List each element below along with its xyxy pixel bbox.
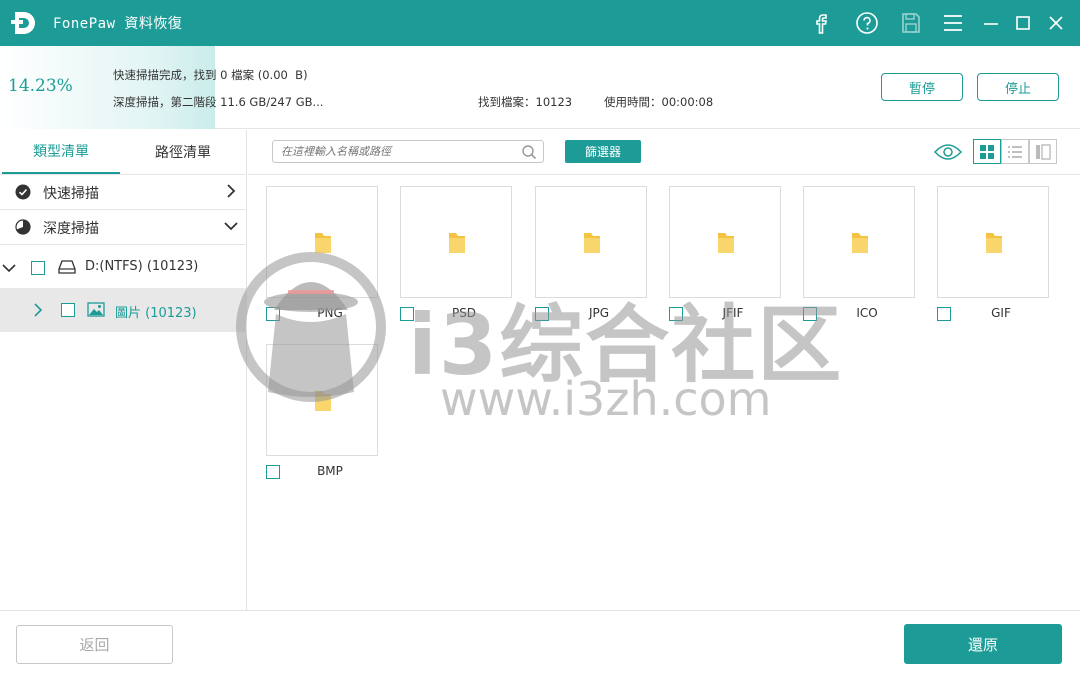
search-box[interactable]	[272, 140, 544, 163]
file-type-checkbox[interactable]	[266, 465, 280, 479]
folder-icon	[986, 233, 1002, 253]
pictures-row[interactable]: 圖片 (10123)	[0, 288, 247, 332]
chevron-right-icon[interactable]	[31, 303, 45, 317]
sidebar: 類型清單 路徑清單 快速掃描 深度掃描 D:(NTFS) (10123) 圖片 …	[0, 130, 247, 610]
deep-scan-status: 深度掃描，第二階段 11.6 GB/247 GB...	[113, 95, 324, 109]
drive-checkbox[interactable]	[31, 261, 45, 275]
chevron-down-icon	[224, 222, 238, 231]
grid-view-button[interactable]	[973, 139, 1001, 164]
folder-icon	[449, 233, 465, 253]
drive-row[interactable]: D:(NTFS) (10123)	[0, 244, 247, 288]
file-type-label: GIF	[991, 306, 1011, 320]
menu-icon[interactable]	[938, 8, 968, 38]
footer-bar: 返回 還原	[0, 610, 1080, 676]
filter-button[interactable]: 篩選器	[565, 140, 641, 163]
minimize-icon[interactable]	[976, 8, 1006, 38]
fonepaw-logo	[11, 12, 35, 34]
scan-progress-panel: 14.23% 快速掃描完成，找到 0 檔案 (0.00 B) 深度掃描，第二階段…	[0, 46, 1080, 129]
folder-icon	[718, 233, 734, 253]
file-type-checkbox[interactable]	[937, 307, 951, 321]
search-icon[interactable]	[521, 144, 537, 160]
file-type-label: BMP	[317, 464, 343, 478]
search-input[interactable]	[281, 143, 511, 160]
stop-button[interactable]: 停止	[977, 73, 1059, 101]
tab-type-list[interactable]: 類型清單	[2, 130, 120, 174]
chevron-right-icon	[227, 184, 236, 198]
folder-icon	[852, 233, 868, 253]
quick-scan-row[interactable]: 快速掃描	[0, 174, 247, 208]
hard-drive-icon	[58, 260, 76, 274]
content-toolbar: 篩選器	[248, 130, 1080, 175]
recover-button[interactable]: 還原	[904, 624, 1062, 664]
pie-progress-icon	[15, 219, 31, 235]
found-files-count: 找到檔案：10123	[478, 95, 573, 109]
eye-icon[interactable]	[934, 142, 962, 162]
watermark-url: www.i3zh.com	[440, 372, 772, 426]
image-icon	[87, 302, 105, 317]
chevron-down-icon[interactable]	[2, 261, 16, 275]
check-circle-icon	[15, 184, 31, 200]
progress-percent: 14.23%	[8, 76, 73, 96]
app-title: FonePaw 資料恢復	[53, 16, 183, 32]
file-type-tile[interactable]	[937, 186, 1049, 298]
title-bar: FonePaw 資料恢復	[0, 0, 1080, 46]
quick-scan-status: 快速掃描完成，找到 0 檔案 (0.00 B)	[113, 68, 308, 82]
close-icon[interactable]	[1041, 8, 1071, 38]
pictures-checkbox[interactable]	[61, 303, 75, 317]
pause-button[interactable]: 暫停	[881, 73, 963, 101]
back-button[interactable]: 返回	[16, 625, 173, 664]
watermark-logo	[236, 252, 386, 402]
pictures-label: 圖片 (10123)	[115, 306, 197, 321]
time-used: 使用時間：00:00:08	[604, 95, 714, 109]
tab-path-list[interactable]: 路徑清單	[124, 130, 242, 174]
deep-scan-row[interactable]: 深度掃描	[0, 209, 247, 243]
quick-scan-label: 快速掃描	[43, 186, 99, 202]
save-icon[interactable]	[896, 8, 926, 38]
grid-icon	[980, 144, 994, 159]
deep-scan-label: 深度掃描	[43, 221, 99, 237]
facebook-icon[interactable]	[806, 8, 836, 38]
folder-icon	[584, 233, 600, 253]
maximize-icon[interactable]	[1008, 8, 1038, 38]
drive-label: D:(NTFS) (10123)	[85, 259, 199, 274]
detail-view-button[interactable]	[1029, 139, 1057, 164]
help-icon[interactable]	[852, 8, 882, 38]
list-view-button[interactable]	[1001, 139, 1029, 164]
detail-icon	[1036, 143, 1051, 160]
list-icon	[1008, 145, 1022, 158]
